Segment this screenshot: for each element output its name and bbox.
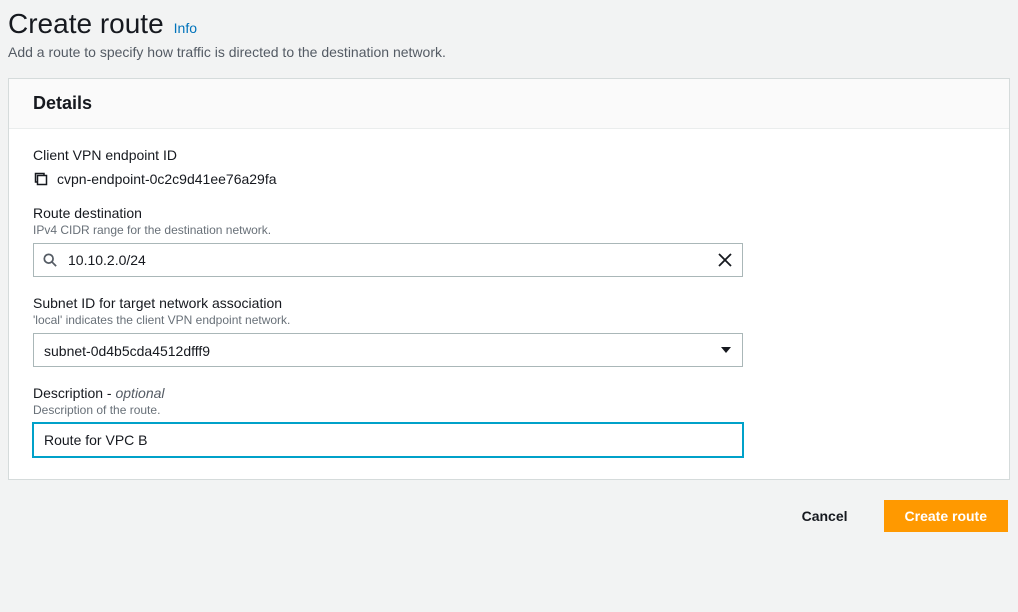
endpoint-field: Client VPN endpoint ID cvpn-endpoint-0c2… [33, 147, 743, 187]
endpoint-label: Client VPN endpoint ID [33, 147, 743, 163]
subnet-label: Subnet ID for target network association [33, 295, 743, 311]
description-hint: Description of the route. [33, 403, 743, 417]
create-route-button[interactable]: Create route [884, 500, 1008, 532]
destination-label: Route destination [33, 205, 743, 221]
description-field: Description - optional Description of th… [33, 385, 743, 457]
destination-field: Route destination IPv4 CIDR range for th… [33, 205, 743, 277]
endpoint-value: cvpn-endpoint-0c2c9d41ee76a29fa [57, 171, 277, 187]
description-input[interactable] [33, 423, 743, 457]
copy-icon[interactable] [33, 171, 49, 187]
panel-title: Details [33, 93, 985, 114]
destination-hint: IPv4 CIDR range for the destination netw… [33, 223, 743, 237]
destination-input[interactable] [33, 243, 743, 277]
footer: Cancel Create route [8, 500, 1010, 532]
page-subtitle: Add a route to specify how traffic is di… [8, 44, 1010, 60]
subnet-field: Subnet ID for target network association… [33, 295, 743, 367]
clear-icon[interactable] [717, 252, 733, 268]
page-title: Create route [8, 8, 164, 40]
subnet-hint: 'local' indicates the client VPN endpoin… [33, 313, 743, 327]
subnet-select[interactable]: subnet-0d4b5cda4512dfff9 [33, 333, 743, 367]
description-label: Description - optional [33, 385, 743, 401]
cancel-button[interactable]: Cancel [782, 500, 868, 532]
details-panel: Details Client VPN endpoint ID cvpn-endp… [8, 78, 1010, 480]
search-icon [43, 253, 57, 267]
info-link[interactable]: Info [174, 20, 197, 36]
